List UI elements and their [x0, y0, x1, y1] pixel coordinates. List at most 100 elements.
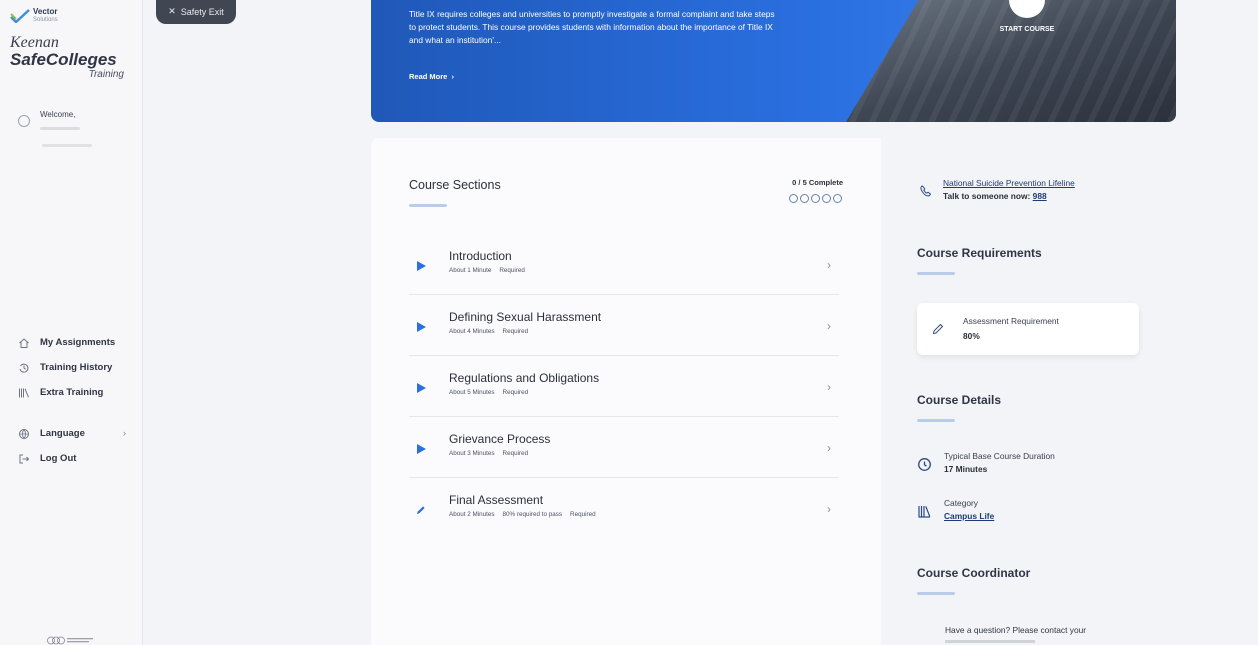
progress-dot: [833, 194, 842, 203]
section-duration: About 3 Minutes: [449, 450, 495, 457]
heading-underline: [917, 592, 955, 595]
start-course-label: START COURSE: [999, 26, 1055, 33]
course-requirements-heading: Course Requirements: [917, 246, 1042, 260]
assessment-requirement-card: Assessment Requirement 80%: [917, 303, 1139, 355]
course-section-row[interactable]: Defining Sexual Harassment About 4 Minute…: [409, 295, 839, 356]
section-required-badge: Required: [502, 389, 529, 396]
course-card: Course Sections 0 / 5 Complete Introduct…: [371, 138, 1176, 645]
sidebar-item-label: Extra Training: [40, 387, 104, 398]
lifeline-link[interactable]: National Suicide Prevention Lifeline: [943, 178, 1075, 188]
welcome-block: Welcome,: [18, 110, 75, 127]
safecolleges-logo: Keenan SafeColleges Training: [10, 34, 130, 80]
section-meta: About 1 Minute Required: [449, 267, 525, 274]
history-icon: [19, 363, 29, 373]
category-link[interactable]: Campus Life: [944, 511, 994, 521]
vector-check-icon: [10, 9, 30, 23]
chevron-right-icon: ›: [827, 380, 831, 394]
section-duration: About 2 Minutes: [449, 511, 495, 518]
logout-icon: [19, 454, 30, 463]
title-underline: [409, 204, 447, 207]
course-sections-list: Introduction About 1 Minute Required › Defin…: [409, 234, 839, 539]
read-more-link[interactable]: Read More ›: [409, 72, 454, 81]
section-duration: About 5 Minutes: [449, 389, 495, 396]
sidebar: Vector Solutions Keenan SafeColleges Trai…: [0, 0, 143, 645]
course-section-row[interactable]: Regulations and Obligations About 5 Minut…: [409, 356, 839, 417]
section-required-badge: Required: [502, 328, 529, 335]
section-meta: About 3 Minutes Required: [449, 450, 528, 457]
redacted-username-line2: [42, 144, 92, 147]
logout-label: Log Out: [40, 453, 77, 464]
start-course-icon: [1009, 0, 1045, 18]
clock-icon: [918, 458, 931, 471]
progress-dot: [800, 194, 809, 203]
course-info-panel: National Suicide Prevention Lifeline Tal…: [881, 138, 1176, 645]
section-meta: About 2 Minutes 80% required to pass Requi…: [449, 511, 596, 518]
sidebar-item-label: Training History: [40, 362, 113, 373]
partner-logo-icon: [47, 636, 93, 645]
progress-dot: [789, 194, 798, 203]
section-required-badge: Required: [502, 450, 529, 457]
library-icon: [918, 506, 931, 518]
play-icon: [417, 322, 426, 332]
section-required-badge: Required: [570, 511, 596, 518]
section-duration: About 4 Minutes: [449, 328, 495, 335]
course-duration-detail: Typical Base Course Duration 17 Minutes: [917, 451, 1055, 474]
course-coordinator-heading: Course Coordinator: [917, 566, 1031, 580]
section-title: Final Assessment: [449, 493, 544, 507]
heading-underline: [917, 419, 955, 422]
language-label: Language: [40, 428, 85, 439]
vector-label: Vector: [33, 7, 58, 16]
sidebar-item-label: My Assignments: [40, 337, 116, 348]
category-label: Category: [944, 498, 978, 508]
vector-solutions-logo: Vector Solutions: [10, 8, 58, 24]
chevron-right-icon: ›: [827, 502, 831, 516]
chevron-right-icon: ›: [827, 258, 831, 272]
progress-dots: [789, 194, 842, 203]
sidebar-item-extra-training[interactable]: Extra Training: [18, 380, 126, 405]
brand-safecolleges: SafeColleges: [10, 50, 117, 69]
sidebar-nav: My Assignments Training History Extra Tr…: [18, 330, 126, 471]
lifeline-block: National Suicide Prevention Lifeline Tal…: [919, 178, 1075, 201]
section-meta: About 5 Minutes Required: [449, 389, 528, 396]
section-title: Grievance Process: [449, 432, 551, 446]
safety-exit-button[interactable]: ✕ Safety Exit: [156, 0, 236, 24]
course-details-heading: Course Details: [917, 393, 1002, 407]
play-icon: [417, 444, 426, 454]
phone-icon: [920, 185, 932, 197]
section-title: Defining Sexual Harassment: [449, 310, 602, 324]
redacted-username: [40, 127, 80, 130]
section-duration: About 1 Minute: [449, 267, 492, 274]
completion-status: 0 / 5 Complete: [792, 178, 843, 187]
lifeline-subtext: Talk to someone now: 988: [943, 191, 1047, 201]
home-icon: [19, 337, 29, 348]
brand-training: Training: [88, 69, 124, 80]
lifeline-number-link[interactable]: 988: [1033, 191, 1047, 201]
requirement-value: 80%: [963, 331, 980, 341]
course-section-row[interactable]: Final Assessment About 2 Minutes 80% requi…: [409, 478, 839, 539]
pencil-icon: [417, 506, 425, 514]
start-course-button[interactable]: START COURSE: [993, 0, 1061, 33]
sidebar-item-logout[interactable]: Log Out: [18, 446, 126, 471]
section-title: Regulations and Obligations: [449, 371, 600, 385]
vector-sub-label: Solutions: [33, 17, 58, 23]
chevron-right-icon: ›: [827, 441, 831, 455]
close-icon: ✕: [168, 6, 176, 16]
section-required-badge: Required: [499, 267, 525, 274]
sidebar-item-language[interactable]: Language ›: [18, 421, 126, 446]
duration-value: 17 Minutes: [944, 464, 988, 474]
duration-label: Typical Base Course Duration: [944, 451, 1055, 461]
play-icon: [417, 261, 426, 271]
course-hero-banner: Title IX requires colleges and universit…: [371, 0, 1176, 122]
library-icon: [19, 388, 29, 397]
welcome-text: Welcome,: [40, 110, 76, 119]
course-section-row[interactable]: Introduction About 1 Minute Required ›: [409, 234, 839, 295]
course-description: Title IX requires colleges and universit…: [409, 9, 775, 45]
sidebar-item-training-history[interactable]: Training History: [18, 355, 126, 380]
section-meta: About 4 Minutes Required: [449, 328, 528, 335]
play-icon: [417, 383, 426, 393]
user-circle-icon: [18, 115, 30, 127]
course-section-row[interactable]: Grievance Process About 3 Minutes Required…: [409, 417, 839, 478]
sidebar-item-my-assignments[interactable]: My Assignments: [18, 330, 126, 355]
course-category-detail: Category Campus Life: [917, 498, 994, 521]
globe-icon: [19, 428, 29, 439]
